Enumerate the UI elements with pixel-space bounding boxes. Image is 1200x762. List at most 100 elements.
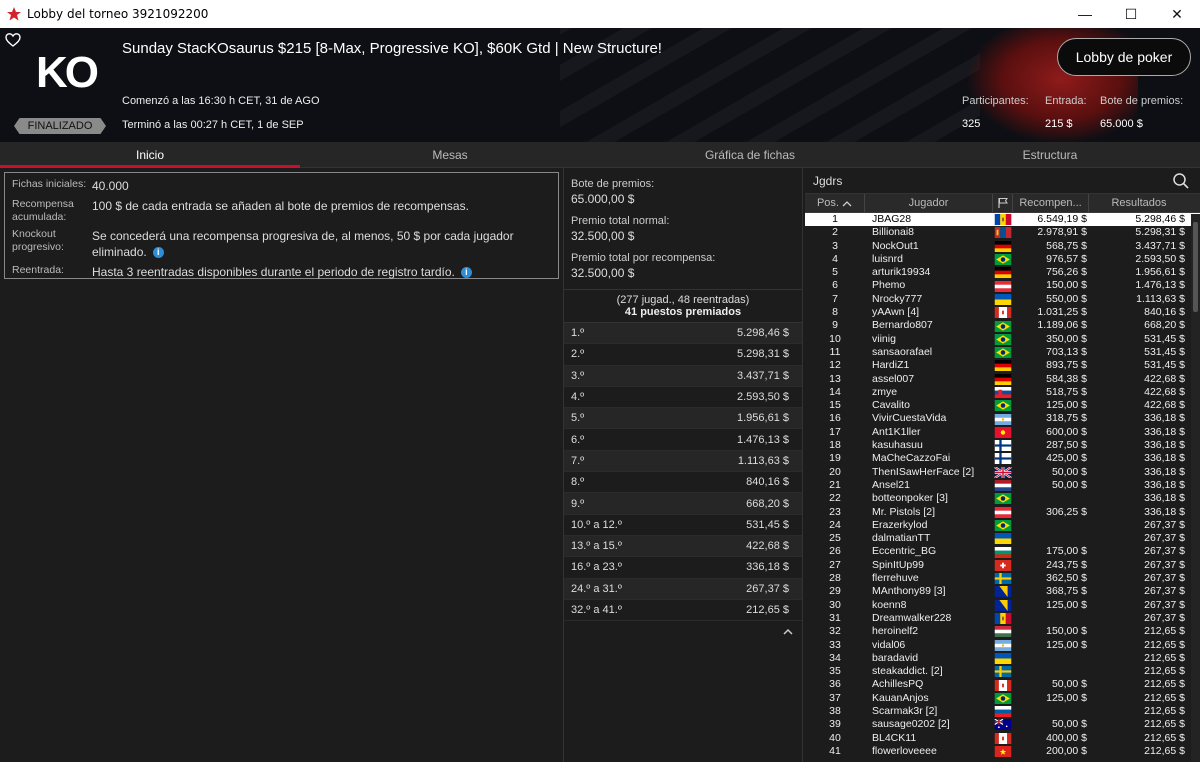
table-row[interactable]: 39 sausage0202 [2] 50,00 $ 212,65 $ <box>805 718 1200 731</box>
row-bounty: 50,00 $ <box>1051 478 1087 491</box>
payout-summary: (277 jugad., 48 reentradas) 41 puestos p… <box>564 289 802 318</box>
col-player[interactable]: Jugador <box>865 194 993 212</box>
row-player-name: NockOut1 <box>872 239 919 252</box>
row-result: 531,45 $ <box>1144 345 1185 358</box>
table-row[interactable]: 29 MAnthony89 [3] 368,75 $ 267,37 $ <box>805 585 1200 598</box>
minimize-button[interactable]: — <box>1062 0 1108 28</box>
table-row[interactable]: 13 assel007 584,38 $ 422,68 $ <box>805 373 1200 386</box>
col-pos[interactable]: Pos. <box>805 194 865 212</box>
favorite-heart-icon[interactable] <box>5 32 21 48</box>
table-row[interactable]: 15 Cavalito 125,00 $ 422,68 $ <box>805 399 1200 412</box>
table-row[interactable]: 40 BL4CK11 400,00 $ 212,65 $ <box>805 732 1200 745</box>
table-row[interactable]: 9 Bernardo807 1.189,06 $ 668,20 $ <box>805 319 1200 332</box>
table-row[interactable]: 11 sansaorafael 703,13 $ 531,45 $ <box>805 346 1200 359</box>
tab-inicio[interactable]: Inicio <box>0 142 300 168</box>
row-bounty: 600,00 $ <box>1046 425 1087 438</box>
stat-value: 65.000 $ <box>1100 118 1143 130</box>
row-player-name: assel007 <box>872 372 915 385</box>
maximize-button[interactable]: ☐ <box>1108 0 1154 28</box>
table-row[interactable]: 25 dalmatianTT 267,37 $ <box>805 532 1200 545</box>
table-row[interactable]: 16 VivirCuestaVida 318,75 $ 336,18 $ <box>805 412 1200 425</box>
row-player-name: Ant1K1ller <box>872 425 921 438</box>
flag-moldova-icon <box>993 612 1013 625</box>
tab-mesas[interactable]: Mesas <box>300 142 600 167</box>
info-label: Reentrada: <box>12 264 64 276</box>
row-player-name: heroinelf2 <box>872 625 919 638</box>
table-row[interactable]: 1 JBAG28 6.549,19 $ 5.298,46 $ <box>805 213 1200 227</box>
table-row[interactable]: 2 Billionai8 2.978,91 $ 5.298,31 $ <box>805 226 1200 239</box>
scrollbar-thumb[interactable] <box>1193 222 1198 312</box>
row-bounty: 568,75 $ <box>1046 239 1087 252</box>
table-row[interactable]: 4 luisnrd 976,57 $ 2.593,50 $ <box>805 253 1200 266</box>
flag-vietnam-icon <box>993 745 1013 758</box>
stat-label: Entrada: <box>1045 95 1087 107</box>
payout-amount: 1.956,61 $ <box>737 412 789 425</box>
table-row[interactable]: 22 botteonpoker [3] 336,18 $ <box>805 492 1200 505</box>
col-flag[interactable] <box>993 194 1013 212</box>
table-row[interactable]: 24 Erazerkylod 267,37 $ <box>805 519 1200 532</box>
table-row[interactable]: 31 Dreamwalker228 267,37 $ <box>805 612 1200 625</box>
table-row[interactable]: 32 heroinelf2 150,00 $ 212,65 $ <box>805 625 1200 638</box>
tab-grafica-fichas[interactable]: Gráfica de fichas <box>600 142 900 167</box>
table-row[interactable]: 34 baradavid 212,65 $ <box>805 652 1200 665</box>
player-search[interactable]: Jgdrs <box>805 168 1200 194</box>
row-bounty: 306,25 $ <box>1046 505 1087 518</box>
table-row[interactable]: 14 zmye 518,75 $ 422,68 $ <box>805 386 1200 399</box>
row-position: 13 <box>829 372 841 385</box>
row-result: 212,65 $ <box>1144 744 1185 757</box>
table-row[interactable]: 10 viinig 350,00 $ 531,45 $ <box>805 333 1200 346</box>
row-result: 212,65 $ <box>1144 704 1185 717</box>
row-result: 212,65 $ <box>1144 638 1185 651</box>
table-row[interactable]: 35 steakaddict. [2] 212,65 $ <box>805 665 1200 678</box>
row-bounty: 125,00 $ <box>1046 399 1087 412</box>
tab-estructura[interactable]: Estructura <box>900 142 1200 167</box>
info-icon[interactable]: i <box>152 247 164 259</box>
payout-amount: 212,65 $ <box>746 604 789 616</box>
table-row[interactable]: 19 MaCheCazzoFai 425,00 $ 336,18 $ <box>805 452 1200 465</box>
info-icon[interactable]: i <box>460 267 472 279</box>
table-row[interactable]: 3 NockOut1 568,75 $ 3.437,71 $ <box>805 240 1200 253</box>
info-row: Reentrada: Hasta 3 reentradas disponible… <box>12 264 551 280</box>
table-row[interactable]: 17 Ant1K1ller 600,00 $ 336,18 $ <box>805 426 1200 439</box>
table-row[interactable]: 20 ThenISawHerFace [2] 50,00 $ 336,18 $ <box>805 466 1200 479</box>
close-button[interactable]: ✕ <box>1154 0 1200 28</box>
table-row[interactable]: 8 yAAwn [4] 1.031,25 $ 840,16 $ <box>805 306 1200 319</box>
chevron-up-icon[interactable] <box>782 628 794 636</box>
table-row[interactable]: 37 KauanAnjos 125,00 $ 212,65 $ <box>805 692 1200 705</box>
row-bounty: 756,26 $ <box>1046 266 1087 279</box>
players-scrollbar[interactable] <box>1191 214 1200 762</box>
table-row[interactable]: 27 SpinItUp99 243,75 $ 267,37 $ <box>805 559 1200 572</box>
table-row[interactable]: 12 HardiZ1 893,75 $ 531,45 $ <box>805 359 1200 372</box>
row-bounty: 243,75 $ <box>1046 558 1087 571</box>
row-player-name: sausage0202 [2] <box>872 718 950 731</box>
row-position: 28 <box>829 572 841 585</box>
table-row[interactable]: 26 Eccentric_BG 175,00 $ 267,37 $ <box>805 545 1200 558</box>
row-position: 29 <box>829 585 841 598</box>
row-player-name: VivirCuestaVida <box>872 412 947 425</box>
poker-lobby-button[interactable]: Lobby de poker <box>1057 38 1191 76</box>
table-row[interactable]: 30 koenn8 125,00 $ 267,37 $ <box>805 599 1200 612</box>
row-player-name: sansaorafael <box>872 345 933 358</box>
table-row[interactable]: 6 Phemo 150,00 $ 1.476,13 $ <box>805 279 1200 292</box>
row-position: 8 <box>832 306 838 319</box>
table-row[interactable]: 38 Scarmak3r [2] 212,65 $ <box>805 705 1200 718</box>
stat-value: 215 $ <box>1045 118 1073 130</box>
table-row[interactable]: 36 AchillesPQ 50,00 $ 212,65 $ <box>805 678 1200 691</box>
table-row[interactable]: 7 Nrocky777 550,00 $ 1.113,63 $ <box>805 293 1200 306</box>
table-row[interactable]: 23 Mr. Pistols [2] 306,25 $ 336,18 $ <box>805 506 1200 519</box>
prize-value: 32.500,00 $ <box>571 229 635 243</box>
col-bounty[interactable]: Recompen... <box>1013 194 1089 212</box>
table-row[interactable]: 28 flerrehuve 362,50 $ 267,37 $ <box>805 572 1200 585</box>
row-position: 37 <box>829 691 841 704</box>
table-row[interactable]: 5 arturik19934 756,26 $ 1.956,61 $ <box>805 266 1200 279</box>
table-row[interactable]: 33 vidal06 125,00 $ 212,65 $ <box>805 639 1200 652</box>
flag-slovenia-icon <box>993 705 1013 718</box>
row-result: 267,37 $ <box>1144 585 1185 598</box>
table-row[interactable]: 18 kasuhasuu 287,50 $ 336,18 $ <box>805 439 1200 452</box>
search-icon[interactable] <box>1172 172 1190 190</box>
col-results[interactable]: Resultados <box>1089 194 1189 212</box>
row-position: 20 <box>829 465 841 478</box>
payout-position: 9.º <box>571 497 585 510</box>
table-row[interactable]: 41 flowerloveeee 200,00 $ 212,65 $ <box>805 745 1200 758</box>
table-row[interactable]: 21 Ansel21 50,00 $ 336,18 $ <box>805 479 1200 492</box>
